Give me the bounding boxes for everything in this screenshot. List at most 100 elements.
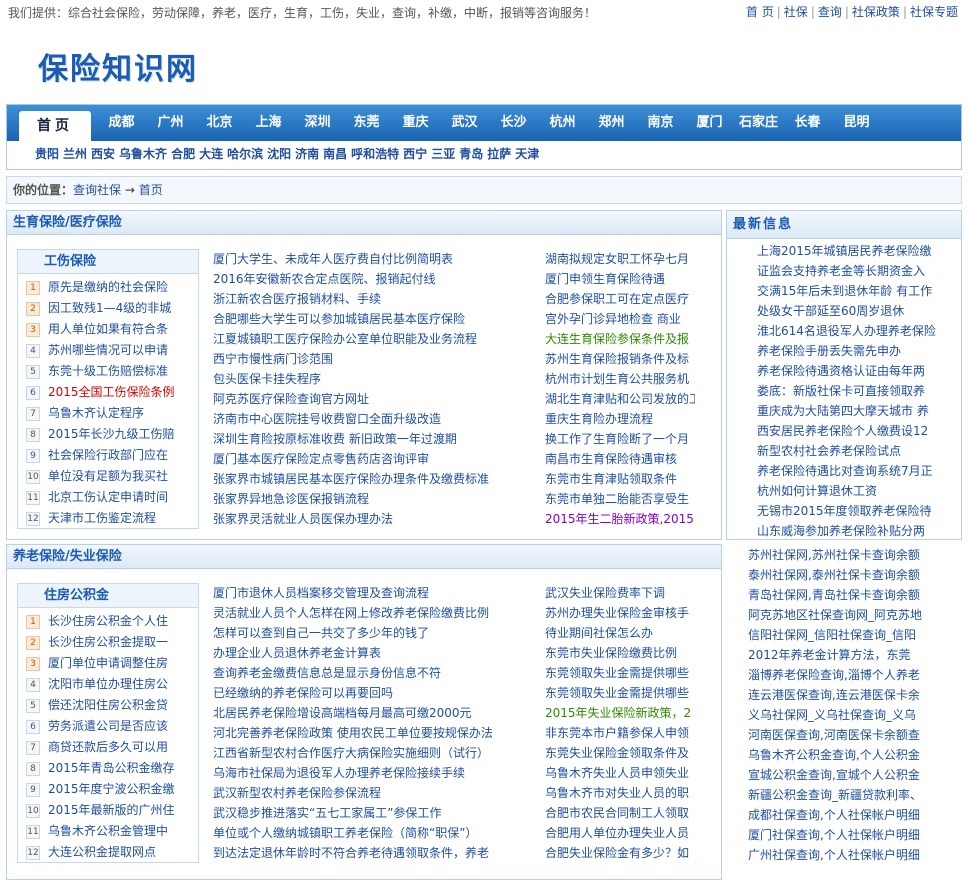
breadcrumb-query[interactable]: 查询社保 [73, 183, 121, 197]
article-link[interactable]: 厦门大学生、未成年人医疗费自付比例简明表 [213, 249, 513, 269]
article-link[interactable]: 乌鲁木齐失业人员申领失业 [545, 763, 695, 783]
article-link[interactable]: 宫外孕门诊异地检查 商业 [545, 309, 695, 329]
article-link[interactable]: 2015年失业保险新政策，2 [545, 703, 695, 723]
article-link[interactable]: 东莞失业保险金领取条件及 [545, 743, 695, 763]
query-link[interactable]: 苏州社保网,苏州社保卡查询余额 [748, 545, 962, 565]
query-link[interactable]: 2012年养老金计算方法，东莞 [748, 645, 962, 665]
article-link[interactable]: 查询养老金缴费信息总是显示身份信息不符 [213, 663, 513, 683]
side-list-item[interactable]: 4 沈阳市单位办理住房公 [18, 674, 198, 695]
nav-sub-city-link[interactable]: 乌鲁木齐 [119, 147, 167, 161]
side-list-item[interactable]: 12 大连公积金提取网点 [18, 842, 198, 863]
article-link[interactable]: 江西省新型农村合作医疗大病保险实施细则（试行） [213, 743, 513, 763]
query-link[interactable]: 宣城公积金查询,宣城个人公积金 [748, 765, 962, 785]
nav-city-link[interactable]: 厦门 [685, 105, 734, 141]
article-link[interactable]: 江夏城镇职工医疗保险办公室单位职能及业务流程 [213, 329, 513, 349]
side-list-item[interactable]: 9 2015年度宁波公积金缴 [18, 779, 198, 800]
side-item-link[interactable]: 2015年最新版的广州住 [48, 803, 175, 817]
article-link[interactable]: 到达法定退休年龄时不符合养老待遇领取条件，养老 [213, 843, 513, 863]
query-link[interactable]: 连云港医保查询,连云港医保卡余 [748, 685, 962, 705]
nav-city-link[interactable]: 长沙 [489, 105, 538, 141]
side-list-item[interactable]: 1 原先是缴纳的社会保险 [18, 277, 198, 298]
nav-home-tab[interactable]: 首页 [19, 111, 91, 141]
article-link[interactable]: 2016年安徽新农合定点医院、报销起付线 [213, 269, 513, 289]
news-link[interactable]: 淮北614名退役军人办理养老保险 [757, 321, 961, 341]
nav-city-link[interactable]: 昆明 [832, 105, 881, 141]
article-link[interactable]: 济南市中心医院挂号收费窗口全面升级改造 [213, 409, 513, 429]
side-list-item[interactable]: 7 乌鲁木齐认定程序 [18, 403, 198, 424]
side-item-link[interactable]: 长沙住房公积金提取一 [48, 635, 168, 649]
side-item-link[interactable]: 东莞十级工伤赔偿标准 [48, 364, 168, 378]
article-link[interactable]: 张家界市城镇居民基本医疗保险办理条件及缴费标准 [213, 469, 513, 489]
article-link[interactable]: 河北完善养老保险政策 使用农民工单位要按规保办法 [213, 723, 513, 743]
side-list-item[interactable]: 8 2015年长沙九级工伤赔 [18, 424, 198, 445]
nav-city-link[interactable]: 深圳 [293, 105, 342, 141]
query-link[interactable]: 阿克苏地区社保查询网_阿克苏地 [748, 605, 962, 625]
side-item-link[interactable]: 2015年长沙九级工伤赔 [48, 427, 175, 441]
article-link[interactable]: 东莞领取失业金需提供哪些 [545, 663, 695, 683]
article-link[interactable]: 湖南拟规定女职工怀孕七月 [545, 249, 695, 269]
side-item-link[interactable]: 因工致残1—4级的非城 [48, 301, 171, 315]
side-item-link[interactable]: 偿还沈阳住房公积金贷 [48, 698, 168, 712]
nav-sub-city-link[interactable]: 合肥 [171, 147, 195, 161]
article-link[interactable]: 办理企业人员退休养老金计算表 [213, 643, 513, 663]
side-list-item[interactable]: 11 北京工伤认定申请时间 [18, 487, 198, 508]
news-link[interactable]: 养老保险待遇资格认证由每年两 [757, 361, 961, 381]
side-item-link[interactable]: 苏州哪些情况可以申请 [48, 343, 168, 357]
article-link[interactable]: 浙江新农合医疗报销材料、手续 [213, 289, 513, 309]
news-link[interactable]: 无锡市2015年度领取养老保险待 [757, 501, 961, 521]
news-link[interactable]: 上海2015年城镇居民养老保险缴 [757, 241, 961, 261]
article-link[interactable]: 换工作了生育险断了一个月 [545, 429, 695, 449]
article-link[interactable]: 单位或个人缴纳城镇职工养老保险（简称“职保”） [213, 823, 513, 843]
side-list-item[interactable]: 6 2015全国工伤保险条例 [18, 382, 198, 403]
side-item-link[interactable]: 乌鲁木齐公积金管理中 [48, 824, 168, 838]
side-item-link[interactable]: 用人单位如果有符合条 [48, 322, 168, 336]
article-link[interactable]: 乌海市社保局为退役军人办理养老保险接续手续 [213, 763, 513, 783]
nav-sub-city-link[interactable]: 天津 [515, 147, 539, 161]
news-link[interactable]: 养老保险待遇比对查询系统7月正 [757, 461, 961, 481]
nav-sub-city-link[interactable]: 济南 [295, 147, 319, 161]
top-link-topics[interactable]: 社保专题 [910, 5, 958, 19]
news-link[interactable]: 娄底：新版社保卡可直接领取养 [757, 381, 961, 401]
side-item-link[interactable]: 长沙住房公积金个人住 [48, 614, 168, 628]
nav-city-link[interactable]: 杭州 [538, 105, 587, 141]
news-link[interactable]: 交满15年后未到退休年龄 有工作 [757, 281, 961, 301]
nav-sub-city-link[interactable]: 兰州 [63, 147, 87, 161]
side-item-link[interactable]: 2015年青岛公积金缴存 [48, 761, 175, 775]
query-link[interactable]: 乌鲁木齐公积金查询,个人公积金 [748, 745, 962, 765]
news-link[interactable]: 处级女干部延至60周岁退休 [757, 301, 961, 321]
article-link[interactable]: 合肥参保职工可在定点医疗 [545, 289, 695, 309]
article-link[interactable]: 已经缴纳的养老保险可以再要回吗 [213, 683, 513, 703]
side-item-link[interactable]: 沈阳市单位办理住房公 [48, 677, 168, 691]
news-link[interactable]: 重庆成为大陆第四大摩天城市 养 [757, 401, 961, 421]
side-item-link[interactable]: 2015年度宁波公积金缴 [48, 782, 175, 796]
article-link[interactable]: 合肥哪些大学生可以参加城镇居民基本医疗保险 [213, 309, 513, 329]
nav-city-link[interactable]: 北京 [195, 105, 244, 141]
article-link[interactable]: 重庆生育险办理流程 [545, 409, 695, 429]
article-link[interactable]: 待业期间社保怎么办 [545, 623, 695, 643]
query-link[interactable]: 淄博养老保险查询,淄博个人养老 [748, 665, 962, 685]
side-item-link[interactable]: 北京工伤认定申请时间 [48, 490, 168, 504]
article-link[interactable]: 苏州办理失业保险金审核手 [545, 603, 695, 623]
article-link[interactable]: 北居民养老保险增设高端档每月最高可缴2000元 [213, 703, 513, 723]
side-list-item[interactable]: 5 东莞十级工伤赔偿标准 [18, 361, 198, 382]
article-link[interactable]: 张家界异地急诊医保报销流程 [213, 489, 513, 509]
article-link[interactable]: 灵活就业人员个人怎样在网上修改养老保险缴费比例 [213, 603, 513, 623]
side-item-link[interactable]: 乌鲁木齐认定程序 [48, 406, 144, 420]
nav-city-link[interactable]: 东莞 [342, 105, 391, 141]
section-title[interactable]: 生育保险/医疗保险 [7, 211, 721, 235]
query-link[interactable]: 青岛社保网,青岛社保卡查询余额 [748, 585, 962, 605]
article-link[interactable]: 厦门基本医疗保险定点零售药店咨询评审 [213, 449, 513, 469]
article-link[interactable]: 东莞领取失业金需提供哪些 [545, 683, 695, 703]
side-list-item[interactable]: 10 2015年最新版的广州住 [18, 800, 198, 821]
side-box-title[interactable]: 住房公积金 [18, 584, 198, 608]
article-link[interactable]: 阿克苏医疗保险查询官方网址 [213, 389, 513, 409]
side-list-item[interactable]: 11 乌鲁木齐公积金管理中 [18, 821, 198, 842]
side-list-item[interactable]: 12 天津市工伤鉴定流程 [18, 508, 198, 529]
nav-sub-city-link[interactable]: 贵阳 [35, 147, 59, 161]
side-item-link[interactable]: 社会保险行政部门应在 [48, 448, 168, 462]
article-link[interactable]: 深圳生育险按原标准收费 新旧政策一年过渡期 [213, 429, 513, 449]
article-link[interactable]: 合肥失业保险金有多少？如 [545, 843, 695, 863]
side-item-link[interactable]: 厦门单位申请调整住房 [48, 656, 168, 670]
nav-city-link[interactable]: 广州 [146, 105, 195, 141]
article-link[interactable]: 非东莞本市户籍参保人申领 [545, 723, 695, 743]
